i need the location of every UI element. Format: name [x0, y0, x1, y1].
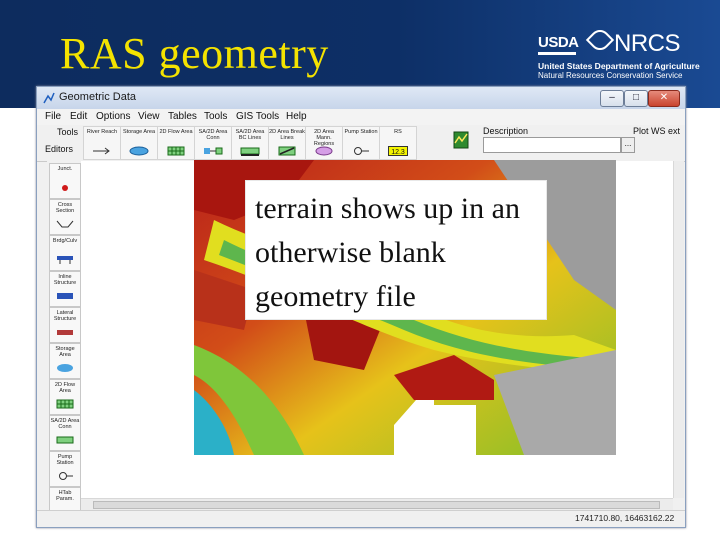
editor-inline-structure-button[interactable]: Inline Structure [49, 271, 81, 307]
bc-lines-icon [240, 147, 260, 156]
gis-map-button[interactable] [453, 131, 469, 149]
menu-gis-tools[interactable]: GIS Tools [236, 111, 279, 122]
editors-panel: Junct. Cross Section Brdg/Culv Inline St… [47, 161, 82, 523]
storage-area-button[interactable]: Storage Area [120, 126, 158, 160]
bridge-icon [57, 256, 73, 264]
area-connection-icon [56, 436, 74, 444]
editor-sa-2d-area-conn-label: SA/2D Area Conn [50, 418, 80, 430]
menu-view[interactable]: View [138, 111, 160, 122]
rs-label: RS [394, 129, 402, 135]
editor-pump-station-button[interactable]: Pump Station [49, 451, 81, 487]
callout-box: terrain shows up in an otherwise blank g… [245, 180, 547, 320]
river-reach-icon [93, 147, 110, 155]
menu-file[interactable]: File [45, 111, 61, 122]
plot-ws-extents-label[interactable]: Plot WS ext [633, 126, 680, 136]
horizontal-scrollbar-thumb[interactable] [93, 501, 660, 509]
editor-junction-label: Junct. [57, 166, 73, 172]
2d-area-break-lines-label: 2D Area Break Lines [269, 129, 305, 141]
app-icon [43, 92, 55, 104]
nrcs-logo: NRCS [585, 25, 681, 58]
menu-tools[interactable]: Tools [204, 111, 227, 122]
storage-area-icon [57, 364, 73, 372]
maximize-button[interactable]: □ [624, 90, 648, 107]
editors-label: Editors [45, 144, 74, 154]
window-title: Geometric Data [59, 91, 137, 103]
callout-text: terrain shows up in an otherwise blank g… [255, 192, 520, 313]
pump-station-label: Pump Station [344, 129, 378, 135]
toolbar: Tools Editors River Reach Storage Area 2… [37, 125, 685, 162]
title-bar[interactable]: Geometric Data – □ ✕ [37, 87, 685, 109]
minimize-button[interactable]: – [600, 90, 624, 107]
description-input[interactable] [483, 137, 621, 153]
usda-logo-underline [538, 52, 576, 55]
storage-area-icon [129, 146, 149, 156]
pump-icon [59, 472, 73, 480]
sa-2d-area-bc-lines-label: SA/2D Area BC Lines [235, 129, 265, 141]
pump-icon [354, 147, 369, 155]
2d-flow-area-label: 2D Flow Area [159, 129, 193, 135]
sa-2d-area-conn-button[interactable]: SA/2D Area Conn [194, 126, 232, 160]
mannings-regions-icon [315, 146, 333, 156]
2d-area-break-lines-button[interactable]: 2D Area Break Lines [268, 126, 306, 160]
2d-area-mann-regions-label: 2D Area Mann. Regions [313, 129, 335, 147]
editor-bridge-culvert-button[interactable]: Brdg/Culv [49, 235, 81, 271]
river-reach-button[interactable]: River Reach [83, 126, 121, 160]
lateral-structure-icon [57, 330, 73, 335]
area-connection-icon [204, 147, 223, 155]
menu-bar: File Edit Options View Tables Tools GIS … [37, 109, 685, 125]
junction-icon [62, 185, 68, 191]
close-button[interactable]: ✕ [648, 90, 680, 107]
cross-section-icon [56, 220, 74, 228]
menu-options[interactable]: Options [96, 111, 130, 122]
editor-htab-param-label: HTab Param. [56, 490, 74, 502]
editor-storage-area-label: Storage Area [55, 346, 75, 358]
pump-station-button[interactable]: Pump Station [342, 126, 380, 160]
editor-2d-flow-area-label: 2D Flow Area [54, 382, 76, 394]
inline-structure-icon [57, 293, 73, 299]
river-reach-label: River Reach [86, 129, 118, 135]
leaf-icon [585, 25, 615, 55]
agency-service: Natural Resources Conservation Service [538, 71, 683, 80]
storage-area-label: Storage Area [122, 129, 156, 135]
editor-lateral-structure-button[interactable]: Lateral Structure [49, 307, 81, 343]
slide-title: RAS geometry [60, 29, 329, 78]
menu-tables[interactable]: Tables [168, 111, 197, 122]
2d-area-mann-regions-button[interactable]: 2D Area Mann. Regions [305, 126, 343, 160]
editor-bridge-culvert-label: Brdg/Culv [52, 238, 78, 244]
editor-storage-area-button[interactable]: Storage Area [49, 343, 81, 379]
description-more-button[interactable]: ... [621, 137, 635, 153]
editor-2d-flow-area-button[interactable]: 2D Flow Area [49, 379, 81, 415]
description-label: Description [483, 126, 529, 136]
menu-help[interactable]: Help [286, 111, 307, 122]
agency-department: United States Department of Agriculture [538, 61, 700, 71]
sa-2d-area-conn-label: SA/2D Area Conn [198, 129, 228, 141]
editor-sa-2d-area-conn-button[interactable]: SA/2D Area Conn [49, 415, 81, 451]
editor-inline-structure-label: Inline Structure [53, 274, 77, 286]
cursor-coordinates: 1741710.80, 16463162.22 [575, 513, 675, 523]
rs-value-icon: 12.3 [388, 146, 408, 156]
break-lines-icon [278, 146, 296, 156]
vertical-scrollbar[interactable] [673, 161, 684, 498]
sa-2d-area-bc-lines-button[interactable]: SA/2D Area BC Lines [231, 126, 269, 160]
2d-flow-area-button[interactable]: 2D Flow Area [157, 126, 195, 160]
2d-grid-icon [167, 146, 185, 156]
editor-junction-button[interactable]: Junct. [49, 163, 81, 199]
editor-cross-section-button[interactable]: Cross Section [49, 199, 81, 235]
rs-button[interactable]: RS 12.3 [379, 126, 417, 160]
rs-value: 12.3 [391, 149, 405, 156]
menu-edit[interactable]: Edit [70, 111, 87, 122]
status-bar: 1741710.80, 16463162.22 [37, 510, 685, 527]
usda-logo: USDA [538, 34, 579, 51]
horizontal-scrollbar[interactable] [81, 498, 673, 510]
editor-pump-station-label: Pump Station [56, 454, 74, 466]
editor-lateral-structure-label: Lateral Structure [53, 310, 77, 322]
tools-label: Tools [57, 127, 79, 137]
2d-grid-icon [56, 399, 74, 409]
editor-cross-section-label: Cross Section [55, 202, 75, 214]
nrcs-logo-text: NRCS [614, 30, 681, 57]
